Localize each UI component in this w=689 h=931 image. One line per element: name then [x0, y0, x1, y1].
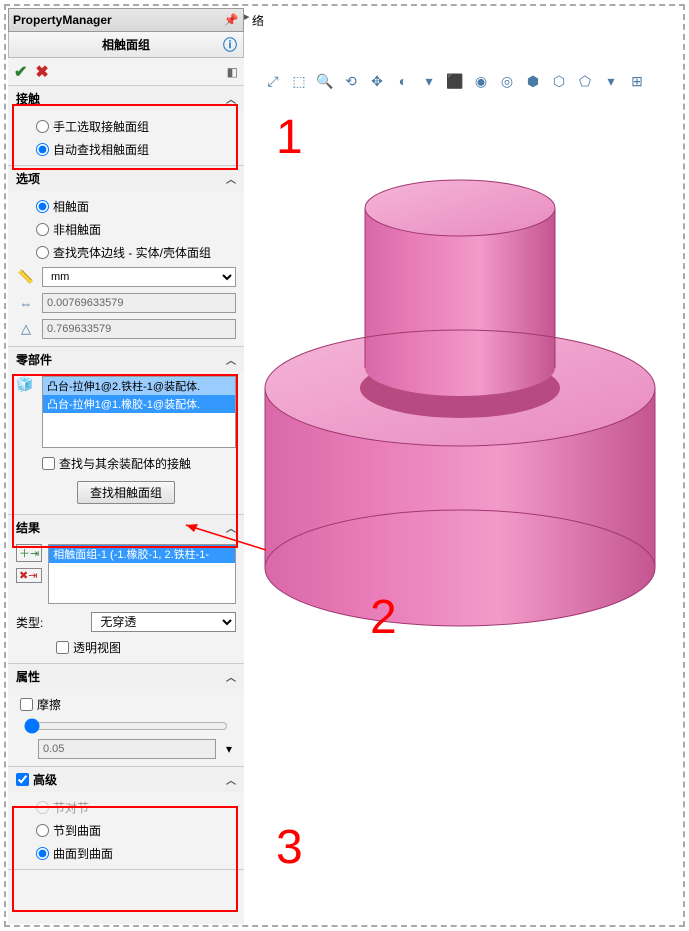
wire-icon[interactable]: ⬡ — [548, 70, 570, 92]
pm-title: PropertyManager — [13, 13, 112, 27]
preview-icon[interactable]: ◧ — [227, 65, 238, 79]
section-header-options[interactable]: 选项 ︿ — [8, 166, 244, 191]
viewport-label: 络 — [252, 12, 264, 29]
radio-adv2[interactable]: 节到曲面 — [16, 819, 236, 842]
ok-cancel-bar: ✔ ✖ ◧ — [8, 58, 244, 86]
chevron-up-icon: ︿ — [226, 352, 236, 367]
del-result-icon[interactable]: ✖⇥ — [16, 568, 42, 583]
pm-header: PropertyManager 📌 — [8, 8, 244, 32]
add-result-icon[interactable]: ＋⇥ — [16, 544, 42, 562]
zoom-area-icon[interactable]: ⬚ — [288, 70, 310, 92]
section-icon[interactable]: ◐ — [392, 70, 414, 92]
section-results: 结果 ︿ ＋⇥ ✖⇥ 相触面组-1 (-1.橡胶-1, 2.铁柱-1- 类型: — [8, 515, 244, 664]
list-item[interactable]: 凸台-拉伸1@2.铁柱-1@装配体. — [43, 377, 235, 395]
chevron-up-icon: ︿ — [226, 171, 236, 186]
section-components: 零部件 ︿ 🧊 凸台-拉伸1@2.铁柱-1@装配体. 凸台-拉伸1@1.橡胶-1… — [8, 347, 244, 515]
annotation-2: 2 — [370, 590, 397, 645]
friction-value[interactable] — [38, 739, 216, 759]
friction-checkbox[interactable] — [20, 698, 33, 711]
flyout-arrow-icon[interactable]: ▸ — [244, 10, 250, 23]
scene2-icon[interactable]: ◎ — [496, 70, 518, 92]
pm-body: 接触 ︿ 手工选取接触面组 自动查找相触面组 选项 ︿ — [8, 86, 244, 924]
radio-adv3[interactable]: 曲面到曲面 — [16, 842, 236, 865]
chevron-up-icon: ︿ — [226, 772, 236, 787]
section-properties: 属性 ︿ 摩擦 ▾ — [8, 664, 244, 767]
radio-manual[interactable]: 手工选取接触面组 — [16, 115, 236, 138]
radio-manual-input[interactable] — [36, 120, 49, 133]
property-manager-panel: PropertyManager 📌 相触面组 ⓘ ✔ ✖ ◧ 接触 ︿ 手工选取… — [8, 8, 244, 924]
ok-button[interactable]: ✔ — [14, 62, 27, 82]
result-listbox[interactable]: 相触面组-1 (-1.橡胶-1, 2.铁柱-1- — [48, 544, 236, 604]
unit-select[interactable]: mm — [42, 267, 236, 287]
component-icon: 🧊 — [16, 376, 36, 448]
model-view[interactable] — [250, 108, 680, 708]
chevron-up-icon: ︿ — [226, 520, 236, 535]
advanced-checkbox[interactable] — [16, 773, 29, 786]
display-icon[interactable]: ⬛ — [444, 70, 466, 92]
tol2-input[interactable] — [42, 319, 236, 339]
scene-icon[interactable]: ◉ — [470, 70, 492, 92]
radio-auto-input[interactable] — [36, 143, 49, 156]
type-select[interactable]: 无穿透 — [91, 612, 236, 632]
annotation-1: 1 — [276, 110, 303, 165]
transparent-checkbox[interactable] — [56, 641, 69, 654]
pan-icon[interactable]: ✥ — [366, 70, 388, 92]
radio-noncontact[interactable]: 非相触面 — [16, 218, 236, 241]
chevron-up-icon: ︿ — [226, 91, 236, 106]
section-header-results[interactable]: 结果 ︿ — [8, 515, 244, 540]
viewport-toolbar: ⤢ ⬚ 🔍 ⟲ ✥ ◐ ▾ ⬛ ◉ ◎ ⬢ ⬡ ⬠ ▾ ⊞ — [262, 70, 648, 92]
more-icon[interactable]: ▾ — [600, 70, 622, 92]
shaded-icon[interactable]: ⬢ — [522, 70, 544, 92]
annot-icon[interactable]: ⊞ — [626, 70, 648, 92]
chevron-up-icon: ︿ — [226, 669, 236, 684]
ruler-icon: 📏 — [16, 269, 36, 285]
zoom-fit-icon[interactable]: ⤢ — [262, 70, 284, 92]
section-advanced: 高级 ︿ 节对节 节到曲面 曲面到曲面 — [8, 767, 244, 870]
section-header-contact[interactable]: 接触 ︿ — [8, 86, 244, 111]
pin-icon[interactable]: 📌 — [223, 12, 239, 28]
radio-adv1[interactable]: 节对节 — [16, 796, 236, 819]
viewport[interactable]: 络 ⤢ ⬚ 🔍 ⟲ ✥ ◐ ▾ ⬛ ◉ ◎ ⬢ ⬡ ⬠ ▾ ⊞ — [250, 8, 681, 923]
section-header-properties[interactable]: 属性 ︿ — [8, 664, 244, 689]
find-contact-button[interactable]: 查找相触面组 — [77, 481, 175, 504]
tol1-input[interactable] — [42, 293, 236, 313]
gap-icon: △ — [16, 321, 36, 337]
radio-contact-face[interactable]: 相触面 — [16, 195, 236, 218]
cancel-button[interactable]: ✖ — [35, 62, 48, 82]
feature-title: 相触面组 — [102, 36, 150, 53]
section-contact: 接触 ︿ 手工选取接触面组 自动查找相触面组 — [8, 86, 244, 166]
feature-title-row: 相触面组 ⓘ — [8, 32, 244, 58]
section-header-components[interactable]: 零部件 ︿ — [8, 347, 244, 372]
rotate-icon[interactable]: ⟲ — [340, 70, 362, 92]
find-rest-checkbox[interactable] — [42, 457, 55, 470]
list-item[interactable]: 凸台-拉伸1@1.橡胶-1@装配体. — [43, 395, 235, 413]
annotation-3: 3 — [276, 820, 303, 875]
section-options: 选项 ︿ 相触面 非相触面 查找壳体边线 - 实体/壳体面组 📏 — [8, 166, 244, 347]
help-icon[interactable]: ⓘ — [223, 35, 237, 55]
radio-auto[interactable]: 自动查找相触面组 — [16, 138, 236, 161]
section-header-advanced[interactable]: 高级 ︿ — [8, 767, 244, 792]
list-item[interactable]: 相触面组-1 (-1.橡胶-1, 2.铁柱-1- — [49, 545, 235, 563]
view-icon[interactable]: ▾ — [418, 70, 440, 92]
tolerance-icon: ⇔ — [16, 296, 36, 311]
friction-slider[interactable] — [24, 718, 228, 734]
hide-icon[interactable]: ⬠ — [574, 70, 596, 92]
zoom-icon[interactable]: 🔍 — [314, 70, 336, 92]
component-listbox[interactable]: 凸台-拉伸1@2.铁柱-1@装配体. 凸台-拉伸1@1.橡胶-1@装配体. — [42, 376, 236, 448]
radio-shell[interactable]: 查找壳体边线 - 实体/壳体面组 — [16, 241, 236, 264]
